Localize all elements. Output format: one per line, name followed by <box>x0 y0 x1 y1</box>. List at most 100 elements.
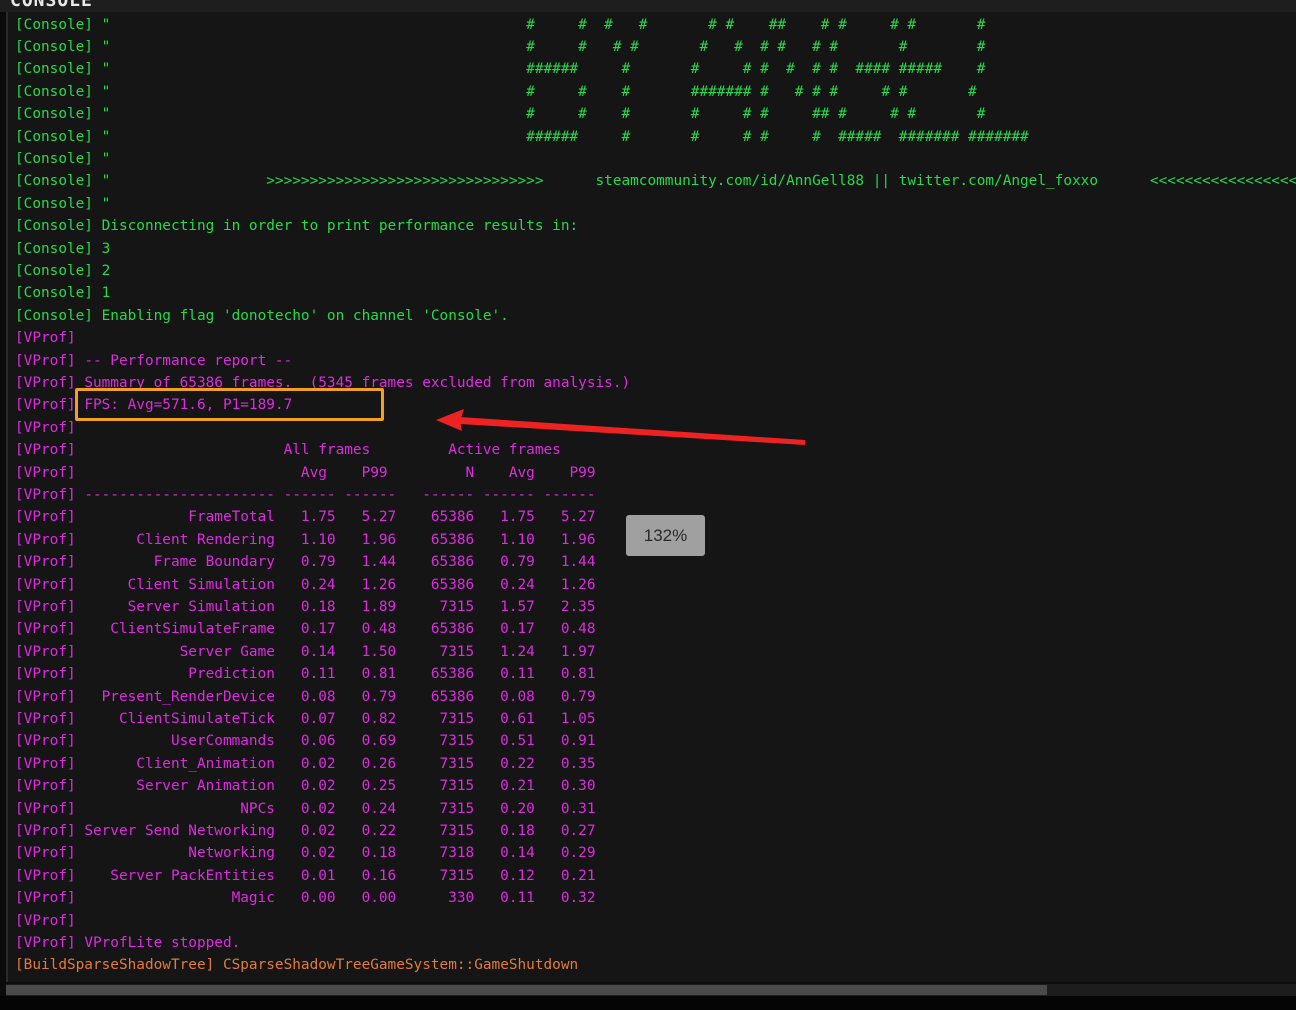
console-line-tag: [VProf] <box>15 442 76 459</box>
console-line: [VProf] Client Rendering 1.10 1.96 65386… <box>15 529 596 551</box>
console-line: [Console] " # # # # # # # # # # # # <box>15 36 985 58</box>
fps-highlight-box <box>75 388 384 421</box>
console-line: [VProf] Present_RenderDevice 0.08 0.79 6… <box>15 686 596 708</box>
console-line: [VProf] Avg P99 N Avg P99 <box>15 462 596 484</box>
console-line-tag: [VProf] <box>15 419 76 436</box>
console-line-text: Client Simulation 0.24 1.26 65386 0.24 1… <box>75 576 596 593</box>
console-line-tag: [VProf] <box>15 845 76 862</box>
console-line-tag: [VProf] <box>15 822 76 839</box>
console-line-tag: [VProf] <box>15 576 76 593</box>
console-line-tag: [VProf] <box>15 912 76 929</box>
console-line-tag: [VProf] <box>15 934 76 951</box>
console-line: [Console] Enabling flag 'donotecho' on c… <box>15 305 509 327</box>
console-line-text: Avg P99 N Avg P99 <box>75 464 596 481</box>
console-line: [VProf] <box>15 910 76 932</box>
console-line: [VProf] UserCommands 0.06 0.69 7315 0.51… <box>15 730 596 752</box>
console-line: [VProf] <box>15 417 76 439</box>
console-line-tag: [BuildSparseShadowTree] <box>15 957 215 974</box>
console-line-tag: [Console] <box>15 38 93 55</box>
console-line: [Console] 3 <box>15 238 110 260</box>
console-line-tag: [VProf] <box>15 330 76 347</box>
console-line-text: Present_RenderDevice 0.08 0.79 65386 0.0… <box>75 688 596 705</box>
console-line: [VProf] -- Performance report -- <box>15 350 292 372</box>
console-line-text: Client_Animation 0.02 0.26 7315 0.22 0.3… <box>75 755 596 772</box>
console-line-text: Magic 0.00 0.00 330 0.11 0.32 <box>75 890 596 907</box>
console-line-text: 1 <box>92 285 111 302</box>
console-line: [VProf] Server Game 0.14 1.50 7315 1.24 … <box>15 641 596 663</box>
console-line: [VProf] FrameTotal 1.75 5.27 65386 1.75 … <box>15 506 596 528</box>
console-line-text: Server Game 0.14 1.50 7315 1.24 1.97 <box>75 643 596 660</box>
console-line-tag: [VProf] <box>15 621 76 638</box>
console-line-text: " ###### # # # # # # # #### ##### # <box>92 61 986 78</box>
console-line-tag: [VProf] <box>15 509 76 526</box>
console-line-tag: [VProf] <box>15 867 76 884</box>
console-line-text: Server PackEntities 0.01 0.16 7315 0.12 … <box>75 867 596 884</box>
console-line-text: Server Simulation 0.18 1.89 7315 1.57 2.… <box>75 598 596 615</box>
console-line: [VProf] ClientSimulateFrame 0.17 0.48 65… <box>15 618 596 640</box>
console-line-tag: [VProf] <box>15 598 76 615</box>
console-line: [VProf] ---------------------- ------ --… <box>15 484 596 506</box>
console-line: [Console] " # # # # # # ## # # # # <box>15 103 985 125</box>
console-line-text: 3 <box>92 240 111 257</box>
console-line-tag: [VProf] <box>15 352 76 369</box>
console-line-tag: [VProf] <box>15 778 76 795</box>
console-gutter <box>6 12 8 982</box>
console-line-tag: [Console] <box>15 262 93 279</box>
console-line-tag: [Console] <box>15 16 93 33</box>
console-line-text: ---------------------- ------ ------ ---… <box>75 486 596 503</box>
console-line: [VProf] Client Simulation 0.24 1.26 6538… <box>15 574 596 596</box>
console-line: [VProf] Server PackEntities 0.01 0.16 73… <box>15 865 596 887</box>
console-line: [Console] 2 <box>15 260 110 282</box>
console-line: [VProf] ClientSimulateTick 0.07 0.82 731… <box>15 708 596 730</box>
console-line-text: NPCs 0.02 0.24 7315 0.20 0.31 <box>75 800 596 817</box>
console-line: [VProf] VProfLite stopped. <box>15 932 240 954</box>
console-output[interactable]: [Console] " # # # # # # ## # # # # # [Con… <box>6 12 1296 982</box>
console-line: [Console] Disconnecting in order to prin… <box>15 215 578 237</box>
console-line-tag: [Console] <box>15 173 93 190</box>
console-line: [VProf] Networking 0.02 0.18 7318 0.14 0… <box>15 842 596 864</box>
console-line: [Console] " <box>15 193 110 215</box>
console-line-text: Server Send Networking 0.02 0.22 7315 0.… <box>75 822 596 839</box>
horizontal-scrollbar-thumb[interactable] <box>6 985 1048 995</box>
console-line: [Console] 1 <box>15 282 110 304</box>
console-line-text: Prediction 0.11 0.81 65386 0.11 0.81 <box>75 666 596 683</box>
console-line-tag: [VProf] <box>15 554 76 571</box>
console-line: [Console] " ###### # # # # # # # #### ##… <box>15 58 985 80</box>
console-line-tag: [Console] <box>15 218 93 235</box>
console-line-tag: [VProf] <box>15 374 76 391</box>
console-line-text: ClientSimulateFrame 0.17 0.48 65386 0.17… <box>75 621 596 638</box>
console-line-text: Server Animation 0.02 0.25 7315 0.21 0.3… <box>75 778 596 795</box>
console-line: [VProf] Magic 0.00 0.00 330 0.11 0.32 <box>15 887 596 909</box>
console-line-tag: [Console] <box>15 128 93 145</box>
console-line-text: Disconnecting in order to print performa… <box>92 218 579 235</box>
console-line: [VProf] Client_Animation 0.02 0.26 7315 … <box>15 753 596 775</box>
console-line-text: Networking 0.02 0.18 7318 0.14 0.29 <box>75 845 596 862</box>
console-line-tag: [VProf] <box>15 688 76 705</box>
console-line: [Console] " ###### # # # # # ##### #####… <box>15 126 1029 148</box>
console-line-tag: [VProf] <box>15 733 76 750</box>
console-line-tag: [VProf] <box>15 397 76 414</box>
console-line-text: " # # # ####### # # # # # # # <box>92 83 977 100</box>
console-line: [Console] " # # # ####### # # # # # # # <box>15 81 977 103</box>
console-line-tag: [Console] <box>15 83 93 100</box>
title-bar: CONSOLE <box>0 0 1296 12</box>
console-line-tag: [Console] <box>15 285 93 302</box>
console-line-tag: [VProf] <box>15 890 76 907</box>
console-line: [Console] " >>>>>>>>>>>>>>>>>>>>>>>>>>>>… <box>15 170 1296 192</box>
console-line-tag: [VProf] <box>15 643 76 660</box>
console-line-tag: [VProf] <box>15 800 76 817</box>
console-line-text: " # # # # # # # # # # # # <box>92 38 986 55</box>
console-line-text: " >>>>>>>>>>>>>>>>>>>>>>>>>>>>>>>> steam… <box>92 173 1296 190</box>
console-line: [VProf] Prediction 0.11 0.81 65386 0.11 … <box>15 663 596 685</box>
console-line-tag: [Console] <box>15 195 93 212</box>
console-line: [VProf] All frames Active frames <box>15 439 561 461</box>
console-line-text: CSparseShadowTreeGameSystem::GameShutdow… <box>214 957 579 974</box>
console-line: [Console] " <box>15 148 110 170</box>
console-line-tag: [VProf] <box>15 464 76 481</box>
console-line: [VProf] <box>15 327 76 349</box>
console-line: [VProf] Server Simulation 0.18 1.89 7315… <box>15 596 596 618</box>
horizontal-scrollbar[interactable] <box>6 984 1296 996</box>
console-line-tag: [VProf] <box>15 710 76 727</box>
console-line: [VProf] Frame Boundary 0.79 1.44 65386 0… <box>15 551 596 573</box>
console-line-text: " ###### # # # # # ##### ####### ####### <box>92 128 1029 145</box>
